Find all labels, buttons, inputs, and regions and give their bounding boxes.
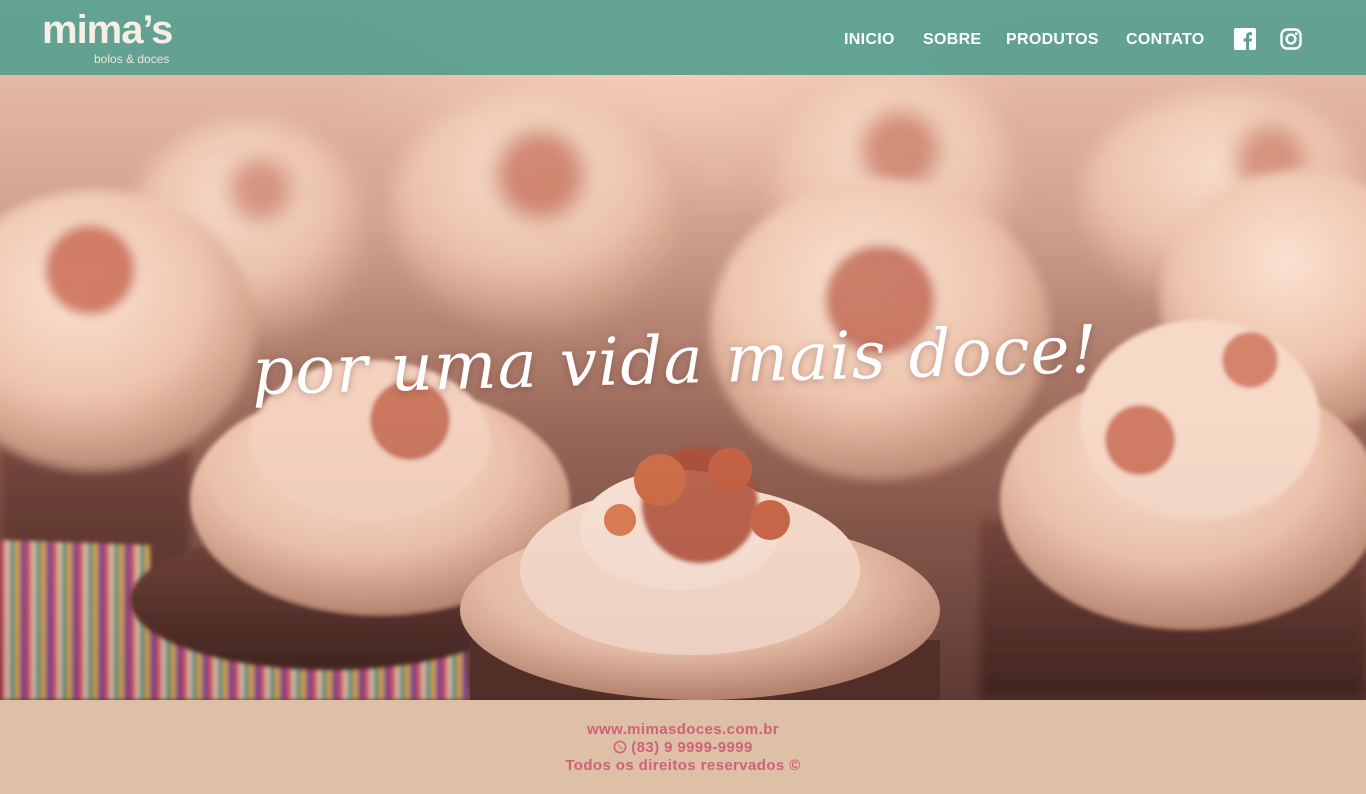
brand-name: mima’s: [42, 8, 173, 52]
footer-phone: (83) 9 9999-9999: [631, 739, 753, 756]
nav-sobre[interactable]: SOBRE: [923, 31, 981, 49]
facebook-icon[interactable]: [1234, 28, 1256, 50]
nav-contato[interactable]: CONTATO: [1126, 31, 1205, 49]
hero-banner: por uma vida mais doce!: [0, 0, 1366, 700]
whatsapp-icon: [613, 740, 627, 754]
brand-logo[interactable]: mima’s bolos & doces: [42, 8, 173, 66]
instagram-icon[interactable]: [1280, 28, 1302, 50]
nav-inicio[interactable]: INICIO: [844, 31, 895, 49]
footer-phone-row: (83) 9 9999-9999: [0, 739, 1366, 757]
footer-copyright: Todos os direitos reservados ©: [565, 757, 801, 774]
nav-produtos[interactable]: PRODUTOS: [1006, 31, 1099, 49]
site-footer: www.mimasdoces.com.br (83) 9 9999-9999 T…: [0, 700, 1366, 794]
footer-website-link[interactable]: www.mimasdoces.com.br: [587, 721, 779, 738]
top-navbar: mima’s bolos & doces INICIO SOBRE PRODUT…: [0, 0, 1366, 75]
brand-subtitle: bolos & doces: [94, 52, 170, 66]
